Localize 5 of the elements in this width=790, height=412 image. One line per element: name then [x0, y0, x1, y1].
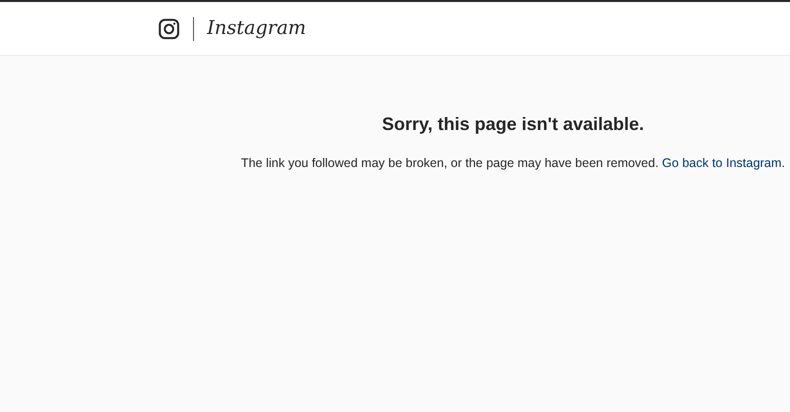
error-title: Sorry, this page isn't available.: [382, 113, 644, 136]
back-link[interactable]: Go back to Instagram.: [662, 156, 786, 170]
camera-icon[interactable]: [158, 18, 180, 40]
error-message: The link you followed may be broken, or the page may have been removed. Go back to Instagram.: [240, 155, 786, 172]
logo-wordmark[interactable]: Instagram: [207, 19, 306, 38]
